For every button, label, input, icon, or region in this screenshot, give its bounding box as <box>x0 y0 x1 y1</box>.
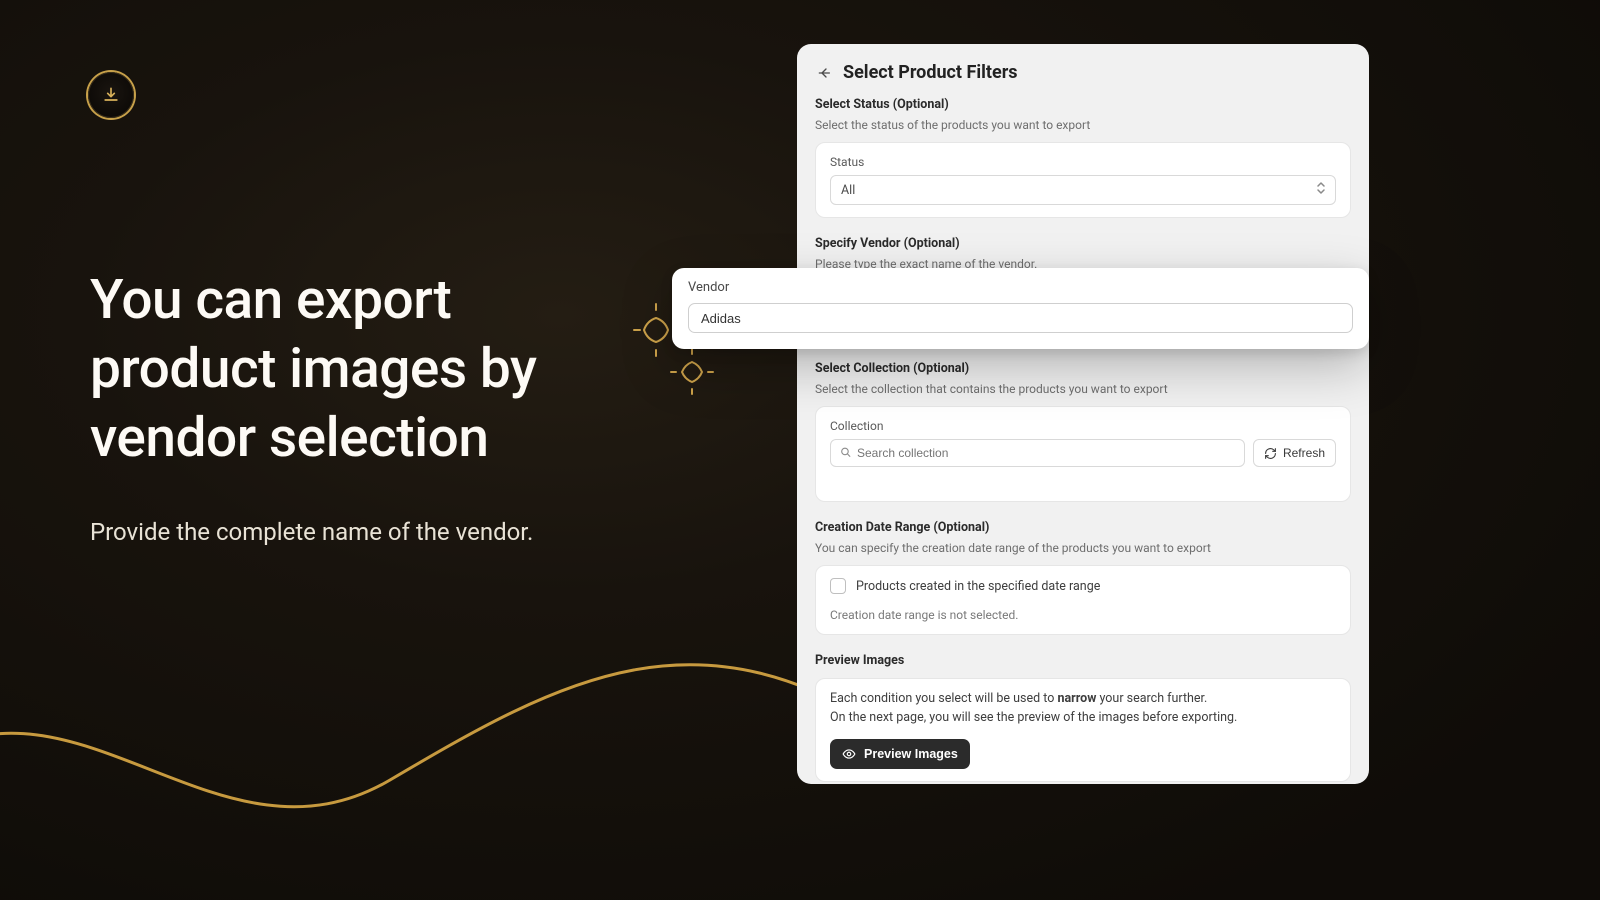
checkbox-icon <box>830 578 846 594</box>
refresh-button[interactable]: Refresh <box>1253 439 1336 467</box>
preview-card: Each condition you select will be used t… <box>815 678 1351 782</box>
collection-card: Collection Refresh <box>815 406 1351 502</box>
preview-button-label: Preview Images <box>864 747 958 761</box>
date-range-card: Products created in the specified date r… <box>815 565 1351 635</box>
refresh-icon <box>1264 447 1277 460</box>
collection-desc: Select the collection that contains the … <box>815 382 1351 396</box>
collection-section: Select Collection (Optional) Select the … <box>815 361 1351 502</box>
chevron-updown-icon <box>1315 181 1327 199</box>
preview-line2: On the next page, you will see the previ… <box>830 710 1336 725</box>
collection-search[interactable] <box>830 439 1245 467</box>
eye-icon <box>842 747 856 761</box>
vendor-input[interactable] <box>688 303 1353 333</box>
date-range-checkbox-label: Products created in the specified date r… <box>856 579 1100 594</box>
collection-label: Select Collection (Optional) <box>815 361 1351 376</box>
collection-field-label: Collection <box>830 419 1336 433</box>
vendor-card: Vendor <box>672 268 1369 349</box>
preview-section: Preview Images Each condition you select… <box>815 653 1351 782</box>
status-section: Select Status (Optional) Select the stat… <box>815 97 1351 218</box>
status-select-value: All <box>841 183 855 198</box>
hero-title: You can export product images by vendor … <box>90 266 650 472</box>
collection-search-input[interactable] <box>831 440 1244 466</box>
status-label: Select Status (Optional) <box>815 97 1351 112</box>
date-range-checkbox-row[interactable]: Products created in the specified date r… <box>830 578 1336 594</box>
search-icon <box>839 444 852 463</box>
status-field-label: Status <box>830 155 1336 169</box>
preview-line1: Each condition you select will be used t… <box>830 691 1336 706</box>
filters-panel: Select Product Filters Select Status (Op… <box>797 44 1369 784</box>
preview-images-button[interactable]: Preview Images <box>830 739 970 769</box>
hero: You can export product images by vendor … <box>90 266 650 546</box>
panel-title: Select Product Filters <box>843 62 1018 83</box>
vendor-label: Specify Vendor (Optional) <box>815 236 1351 251</box>
date-range-status: Creation date range is not selected. <box>830 608 1336 622</box>
date-range-section: Creation Date Range (Optional) You can s… <box>815 520 1351 635</box>
status-select[interactable]: All <box>830 175 1336 205</box>
preview-label: Preview Images <box>815 653 1351 668</box>
status-card: Status All <box>815 142 1351 218</box>
status-desc: Select the status of the products you wa… <box>815 118 1351 132</box>
refresh-label: Refresh <box>1283 446 1325 460</box>
app-logo <box>88 72 134 118</box>
download-arrow-icon <box>101 85 121 105</box>
panel-header: Select Product Filters <box>815 62 1351 83</box>
date-range-label: Creation Date Range (Optional) <box>815 520 1351 535</box>
back-button[interactable] <box>815 64 833 82</box>
date-range-desc: You can specify the creation date range … <box>815 541 1351 555</box>
vendor-field-label: Vendor <box>688 280 1353 295</box>
hero-subtitle: Provide the complete name of the vendor. <box>90 518 650 546</box>
arrow-left-icon <box>816 65 832 81</box>
